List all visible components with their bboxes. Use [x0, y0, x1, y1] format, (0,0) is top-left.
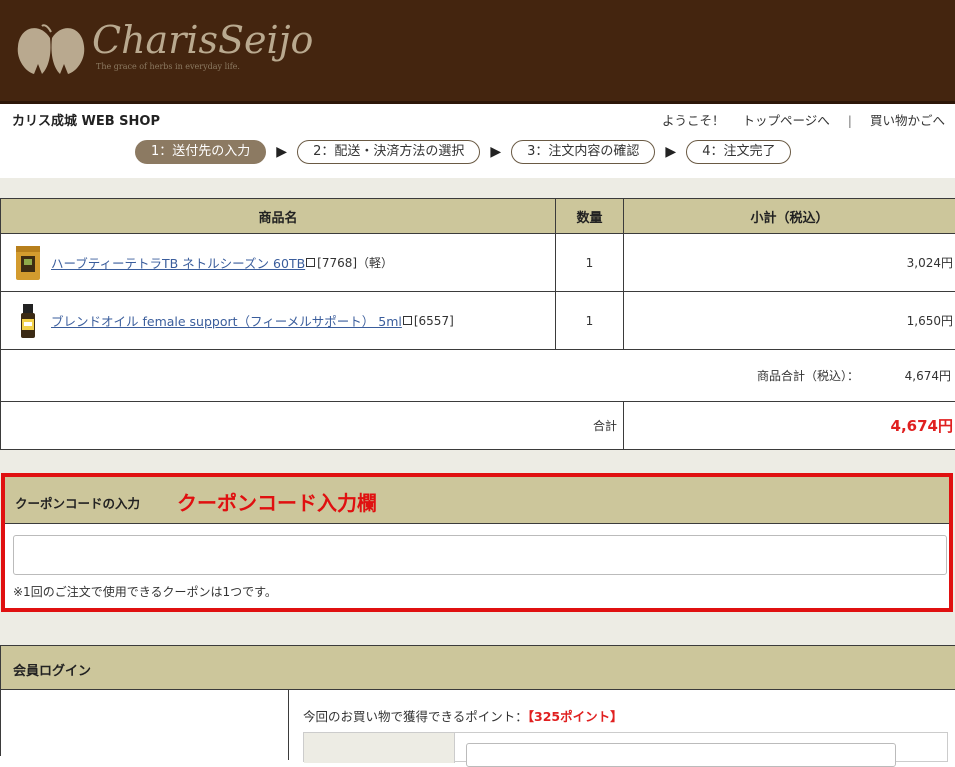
top-page-link[interactable]: トップページへ: [743, 110, 830, 129]
item-qty: 1: [556, 234, 624, 291]
login-id-input[interactable]: [466, 743, 896, 767]
cart-table: 商品名 数量 小計（税込） ハーブティーテトラTB ネトルシーズン 60TB […: [0, 198, 955, 450]
login-form-row: [303, 732, 948, 767]
grand-total-value: 4,674円: [890, 417, 953, 435]
grand-total-label: 合計: [1, 402, 624, 449]
coupon-annotation: クーポンコード入力欄: [177, 491, 377, 515]
product-code: [6557]: [413, 313, 454, 328]
step-2: 2：配送・決済方法の選択: [297, 140, 481, 164]
login-header: 会員ログイン: [1, 646, 955, 690]
step-4: 4：注文完了: [686, 140, 792, 164]
coupon-header: クーポンコードの入力 クーポンコード入力欄: [5, 477, 949, 524]
item-qty: 1: [556, 292, 624, 349]
goods-total-label: 商品合計（税込）：: [756, 369, 859, 383]
site-header: CharisSeijo The grace of herbs in everyd…: [0, 0, 955, 104]
login-left-panel: [1, 690, 289, 760]
coupon-note: ※1回のご注文で使用できるクーポンは1つです。: [13, 585, 277, 599]
login-field-label-cell: [304, 733, 455, 763]
points-value: 【325ポイント】: [527, 709, 623, 724]
step-arrow-icon: ▶: [276, 144, 288, 160]
external-link-icon: [402, 316, 412, 325]
coupon-section: クーポンコードの入力 クーポンコード入力欄 ※1回のご注文で使用できるクーポンは…: [1, 473, 953, 612]
shop-name: カリス成城 WEB SHOP: [12, 114, 161, 129]
logo-tagline: The grace of herbs in everyday life.: [96, 62, 240, 71]
item-subtotal: 3,024円: [906, 256, 953, 270]
table-row: ブレンドオイル female support（フィーメルサポート） 5ml [6…: [1, 292, 955, 350]
member-login-section: 会員ログイン 今回のお買い物で獲得できるポイント：【325ポイント】: [0, 645, 955, 767]
grand-total-row: 合計 4,674円: [1, 402, 955, 449]
cart-table-header: 商品名 数量 小計（税込）: [1, 199, 955, 234]
col-header-subtotal: 小計（税込）: [750, 210, 829, 226]
points-info: 今回のお買い物で獲得できるポイント：【325ポイント】: [303, 706, 623, 725]
coupon-code-input[interactable]: [13, 535, 947, 575]
points-label: 今回のお買い物で獲得できるポイント：: [303, 709, 528, 724]
step-3: 3：注文内容の確認: [511, 140, 656, 164]
product-link[interactable]: ハーブティーテトラTB ネトルシーズン 60TB: [51, 253, 305, 272]
welcome-text: ようこそ！: [662, 113, 725, 128]
product-code: [7768]（軽）: [317, 256, 394, 270]
external-link-icon: [306, 258, 316, 267]
table-row: ハーブティーテトラTB ネトルシーズン 60TB [7768]（軽） 1 3,0…: [1, 234, 955, 292]
nav-separator: |: [847, 113, 852, 128]
col-header-name: 商品名: [1, 199, 556, 233]
step-arrow-icon: ▶: [665, 144, 677, 160]
item-subtotal: 1,650円: [906, 314, 953, 328]
tea-bag-package-icon: [16, 245, 40, 280]
step-1: 1：送付先の入力: [135, 140, 267, 164]
cart-link[interactable]: 買い物かごへ: [870, 110, 945, 129]
bird-logo-icon: [17, 24, 85, 75]
oil-bottle-icon: [21, 303, 35, 338]
top-nav: ようこそ！ トップページへ | 買い物かごへ: [662, 110, 945, 129]
product-link[interactable]: ブレンドオイル female support（フィーメルサポート） 5ml: [51, 311, 402, 330]
step-arrow-icon: ▶: [490, 144, 502, 160]
goods-total-row: 商品合計（税込）： 4,674円: [1, 350, 955, 402]
coupon-title: クーポンコードの入力: [15, 496, 141, 511]
checkout-steps: 1：送付先の入力 ▶ 2：配送・決済方法の選択 ▶ 3：注文内容の確認 ▶ 4：…: [135, 139, 792, 165]
goods-total-value: 4,674円: [904, 369, 951, 383]
col-header-qty: 数量: [556, 199, 624, 233]
login-title: 会員ログイン: [13, 664, 92, 679]
logo-wordmark: CharisSeijo: [92, 18, 314, 62]
